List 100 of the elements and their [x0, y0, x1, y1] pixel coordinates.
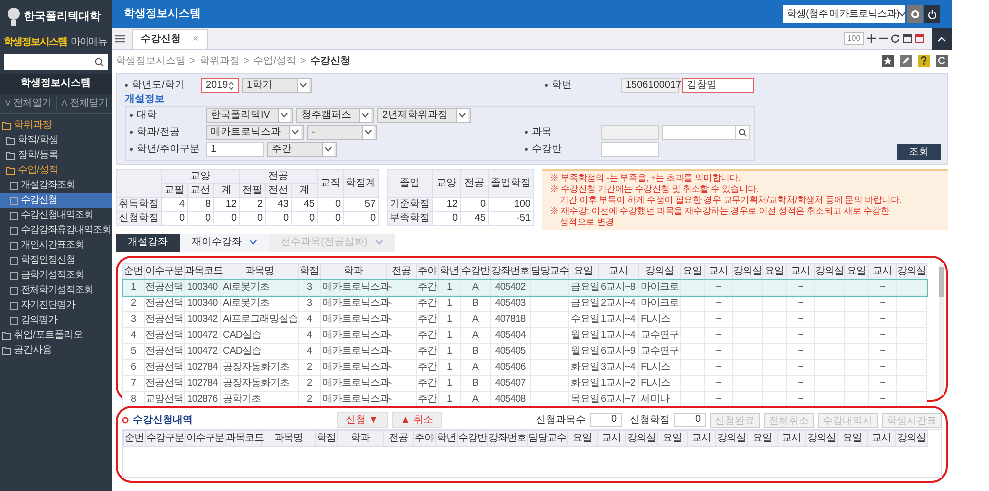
refresh-icon[interactable] — [936, 55, 948, 67]
dropdown[interactable]: 청주캠퍼스 — [296, 108, 374, 123]
breadcrumb-separator: > — [300, 54, 306, 68]
breadcrumb-item[interactable]: 수업/성적 — [254, 54, 296, 68]
search-button[interactable]: 조회 — [897, 144, 941, 160]
search-field[interactable] — [662, 125, 750, 140]
zoom-field[interactable]: 100 — [844, 32, 864, 45]
caret-icon — [365, 130, 372, 135]
collapse-button[interactable] — [932, 28, 952, 50]
edit-icon[interactable] — [900, 55, 912, 67]
folder-item[interactable]: 수업/성적 — [0, 163, 112, 178]
bullet-icon — [525, 131, 528, 134]
menu-item[interactable]: 금학기성적조회 — [0, 268, 112, 283]
column-header: 전공 — [384, 430, 414, 446]
menu-item[interactable]: 수강강좌휴강내역조회 — [0, 223, 112, 238]
breadcrumb-item[interactable]: 학생정보시스템 — [116, 54, 186, 68]
input-field[interactable]: 김창영 — [682, 78, 754, 93]
column-header: 순번 — [124, 430, 146, 446]
menu-item[interactable]: 강의평가 — [0, 313, 112, 328]
column-header: 과목코드 — [226, 430, 262, 446]
bullet-icon — [130, 131, 133, 134]
menu-item[interactable]: 자기진단평가 — [0, 298, 112, 313]
dropdown[interactable]: 주간 — [267, 142, 337, 157]
dropdown[interactable]: 2년제학위과정 — [377, 108, 472, 123]
expand-all-button[interactable]: ∨ 전체열기 — [0, 96, 56, 111]
column-header: 주야 — [414, 430, 436, 446]
table-cell: -51 — [488, 212, 534, 226]
dropdown[interactable]: 한국폴리텍IV — [206, 108, 294, 123]
dropdown[interactable]: 1학기 — [242, 78, 312, 93]
folder-item[interactable]: 공간사용 — [0, 343, 112, 358]
column-header: 강의실 — [716, 430, 748, 446]
input-field[interactable] — [601, 125, 659, 140]
table-cell: 세미나 — [638, 392, 680, 408]
field-label: 대학 — [137, 109, 158, 123]
number-spinner[interactable]: 2019 — [201, 78, 239, 93]
menu-tab[interactable]: 마이메뉴 — [71, 34, 107, 50]
move-button[interactable]: ▲ 취소 — [392, 412, 442, 428]
scrollbar-thumb[interactable] — [939, 267, 944, 297]
settings-icon — [910, 10, 920, 18]
table-cell: 목요일 — [568, 392, 598, 408]
menu-item[interactable]: 전체학기성적조회 — [0, 283, 112, 298]
column-header: 요일 — [838, 430, 868, 446]
move-button[interactable]: 신청 ▼ — [337, 412, 388, 428]
breadcrumb-item[interactable]: 수강신청 — [310, 54, 350, 68]
column-header: 학과 — [338, 430, 384, 446]
input-field[interactable]: 1506100017 — [621, 78, 679, 93]
breadcrumb-separator: > — [244, 54, 250, 68]
menu-item[interactable]: 수강신청 — [0, 193, 112, 208]
notice-text: ※ 수강신청 기간에는 수강신청 및 취소할 수 있습니다. — [550, 184, 760, 195]
bullet-icon — [525, 148, 528, 151]
section-title: 학생정보시스템 — [0, 74, 112, 94]
input-field[interactable] — [601, 142, 659, 157]
column-header: 요일 — [658, 430, 688, 446]
menu-item[interactable]: 학점인정신청 — [0, 253, 112, 268]
input-field: 0 — [674, 413, 706, 427]
dropdown[interactable]: 메카트로닉스과 — [206, 125, 304, 140]
power-button[interactable] — [924, 5, 940, 23]
menu-item[interactable]: 개인시간표조회 — [0, 238, 112, 253]
section-title: 수강신청내역 — [133, 414, 194, 428]
table-cell: 1 — [122, 280, 144, 296]
dropdown[interactable]: - — [307, 125, 377, 140]
star-icon[interactable] — [882, 55, 894, 67]
content-tab[interactable]: 재이수강좌 — [180, 234, 269, 252]
folder-item[interactable]: 취업/포트폴리오 — [0, 328, 112, 343]
page-tab[interactable]: 수강신청 × — [132, 29, 208, 49]
content-tab[interactable]: 개설강좌 — [116, 234, 180, 252]
settings-button[interactable] — [907, 5, 923, 23]
column-header: 이수구분 — [186, 430, 226, 446]
search-icon — [95, 58, 104, 66]
menu-item[interactable]: 수강신청내역조회 — [0, 208, 112, 223]
notice-text: ※ 재수강: 이전에 수강했던 과목을 재수강하는 경우로 이전 성적은 취소되고 새로 수강한 — [550, 206, 891, 217]
table-cell: 주간 — [416, 280, 438, 296]
folder-item[interactable]: 학적/학생 — [0, 133, 112, 148]
table-cell: AI로봇기초 — [220, 280, 298, 296]
user-select[interactable]: 학생(청주 메카트로닉스과) — [783, 5, 905, 23]
column-header: 요일 — [748, 430, 778, 446]
bullet-icon — [122, 416, 129, 424]
chevron-down-icon — [376, 240, 383, 244]
input-field[interactable]: 1 — [206, 142, 264, 157]
folder-item[interactable]: 학위과정 — [0, 118, 112, 133]
bulb-icon — [8, 8, 20, 26]
column-header: 강좌번호 — [488, 430, 528, 446]
menu-tab[interactable]: 학생정보시스템 — [4, 34, 67, 50]
field-label: 수강반 — [532, 143, 563, 157]
column-header: 교시 — [688, 430, 716, 446]
folder-item[interactable]: 장학/등록 — [0, 148, 112, 163]
field-label: 과목 — [532, 126, 553, 140]
column-header: 담당교수 — [528, 430, 568, 446]
column-header: 수강반 — [458, 430, 488, 446]
help-icon[interactable] — [918, 55, 930, 67]
table-cell: 공학기초 — [220, 392, 298, 408]
table-cell: ~ — [786, 280, 814, 296]
breadcrumb-item[interactable]: 학위과정 — [200, 54, 240, 68]
table-cell: 3 — [298, 280, 320, 296]
table-cell: 0 — [432, 212, 460, 226]
column-header: 전공 — [240, 170, 318, 184]
column-header: 교시 — [778, 430, 806, 446]
app-title: 학생정보시스템 — [124, 6, 201, 22]
menu-item[interactable]: 개설강좌조회 — [0, 178, 112, 193]
search-field[interactable] — [4, 54, 108, 70]
